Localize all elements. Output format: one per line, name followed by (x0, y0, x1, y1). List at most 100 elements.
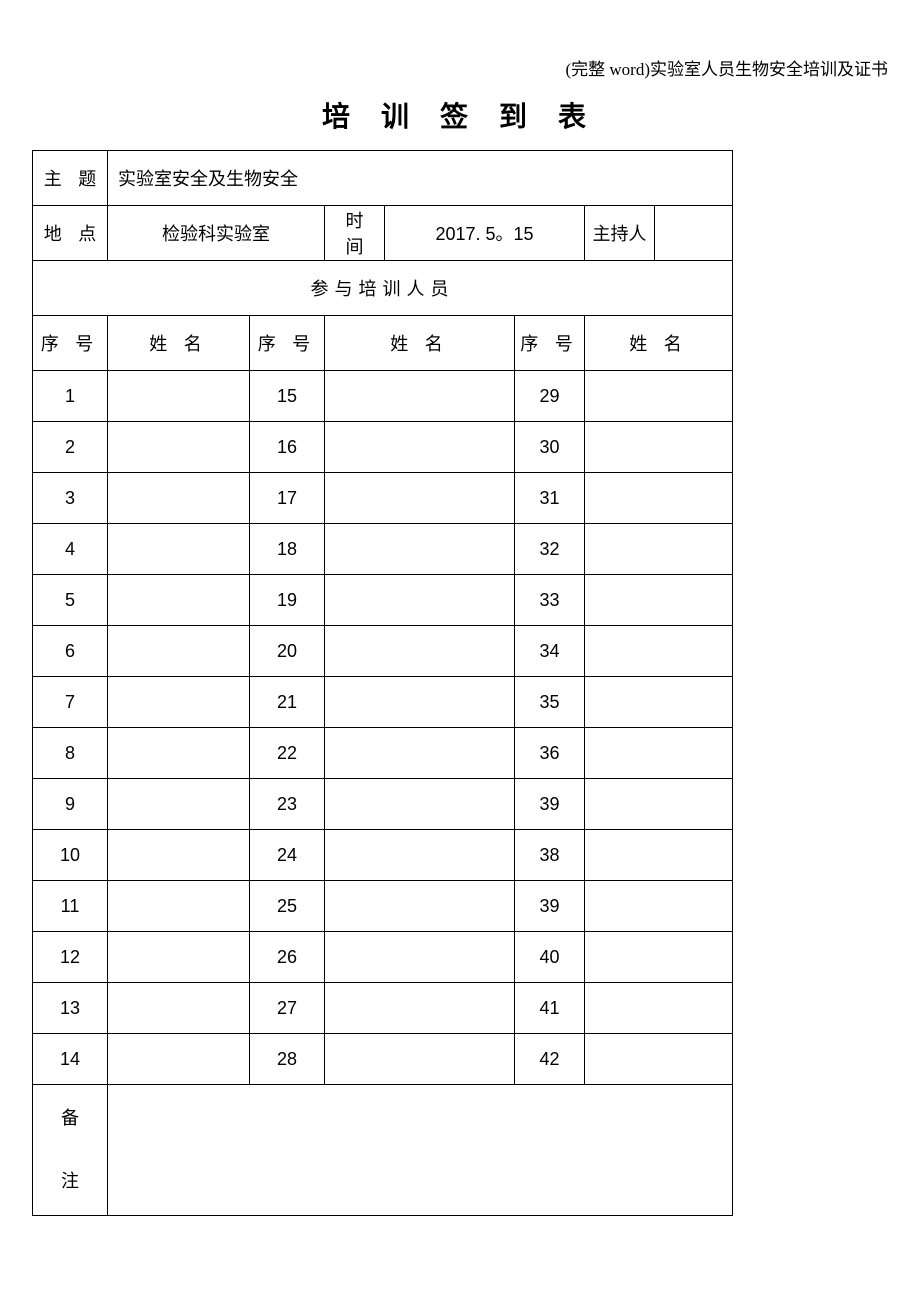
name-cell (325, 983, 515, 1034)
name-cell (585, 473, 733, 524)
col-name-2: 姓 名 (325, 316, 515, 371)
seq-cell: 14 (33, 1034, 108, 1085)
table-row: 122640 (33, 932, 733, 983)
name-cell (325, 677, 515, 728)
seq-cell: 35 (515, 677, 585, 728)
seq-cell: 38 (515, 830, 585, 881)
host-label: 主持人 (585, 206, 655, 261)
topic-label: 主 题 (33, 151, 108, 206)
table-row: 4 18 32 (33, 524, 733, 575)
seq-cell: 9 (33, 779, 108, 830)
remark-char-2: 注 (61, 1171, 79, 1191)
name-cell (325, 779, 515, 830)
seq-cell: 32 (515, 524, 585, 575)
seq-cell: 8 (33, 728, 108, 779)
table-row: 13 27 41 (33, 983, 733, 1034)
name-cell (325, 830, 515, 881)
name-cell (325, 728, 515, 779)
name-cell (325, 371, 515, 422)
name-cell (585, 881, 733, 932)
col-seq-2: 序 号 (250, 316, 325, 371)
seq-cell: 39 (515, 779, 585, 830)
seq-cell: 41 (515, 983, 585, 1034)
table-row: 72135 (33, 677, 733, 728)
col-name-3: 姓 名 (585, 316, 733, 371)
name-cell (585, 932, 733, 983)
seq-cell: 7 (33, 677, 108, 728)
name-cell (108, 779, 250, 830)
seq-cell: 30 (515, 422, 585, 473)
name-cell (108, 422, 250, 473)
seq-cell: 18 (250, 524, 325, 575)
name-cell (325, 422, 515, 473)
name-cell (108, 932, 250, 983)
name-cell (325, 473, 515, 524)
seq-cell: 12 (33, 932, 108, 983)
col-seq-3: 序 号 (515, 316, 585, 371)
name-cell (108, 677, 250, 728)
participants-header: 参与培训人员 (33, 261, 733, 316)
table-row: 14 28 42 (33, 1034, 733, 1085)
host-value (655, 206, 733, 261)
remark-value (108, 1085, 733, 1216)
seq-cell: 25 (250, 881, 325, 932)
seq-cell: 3 (33, 473, 108, 524)
name-cell (108, 1034, 250, 1085)
name-cell (585, 779, 733, 830)
seq-cell: 36 (515, 728, 585, 779)
col-seq-1: 序 号 (33, 316, 108, 371)
name-cell (585, 524, 733, 575)
seq-cell: 11 (33, 881, 108, 932)
time-label: 时 间 (325, 206, 385, 261)
seq-cell: 22 (250, 728, 325, 779)
name-cell (585, 728, 733, 779)
time-value: 2017. 5。15 (385, 206, 585, 261)
seq-cell: 31 (515, 473, 585, 524)
name-cell (108, 881, 250, 932)
name-cell (108, 575, 250, 626)
name-cell (585, 422, 733, 473)
name-cell (108, 473, 250, 524)
seq-cell: 28 (250, 1034, 325, 1085)
name-cell (108, 983, 250, 1034)
seq-cell: 1 (33, 371, 108, 422)
name-cell (325, 626, 515, 677)
seq-cell: 4 (33, 524, 108, 575)
name-cell (585, 626, 733, 677)
location-value: 检验科实验室 (108, 206, 325, 261)
name-cell (325, 524, 515, 575)
table-row: 51933 (33, 575, 733, 626)
name-cell (108, 371, 250, 422)
seq-cell: 40 (515, 932, 585, 983)
name-cell (108, 524, 250, 575)
seq-cell: 42 (515, 1034, 585, 1085)
name-cell (585, 677, 733, 728)
seq-cell: 15 (250, 371, 325, 422)
seq-cell: 19 (250, 575, 325, 626)
name-cell (108, 728, 250, 779)
topic-value: 实验室安全及生物安全 (108, 151, 733, 206)
table-row: 8 22 36 (33, 728, 733, 779)
seq-cell: 17 (250, 473, 325, 524)
seq-cell: 27 (250, 983, 325, 1034)
name-cell (585, 575, 733, 626)
table-row: 92339 (33, 779, 733, 830)
name-cell (108, 626, 250, 677)
table-row: 62034 (33, 626, 733, 677)
signin-table: 主 题 实验室安全及生物安全 地 点 检验科实验室 时 间 2017. 5。15… (32, 150, 733, 1216)
name-cell (325, 932, 515, 983)
seq-cell: 2 (33, 422, 108, 473)
table-row: 11529 (33, 371, 733, 422)
name-cell (108, 830, 250, 881)
seq-cell: 34 (515, 626, 585, 677)
table-row: 3 17 31 (33, 473, 733, 524)
seq-cell: 13 (33, 983, 108, 1034)
seq-cell: 10 (33, 830, 108, 881)
name-cell (585, 371, 733, 422)
remark-label: 备注 (33, 1085, 108, 1216)
seq-cell: 20 (250, 626, 325, 677)
page-title: 培 训 签 到 表 (20, 95, 900, 135)
location-label: 地 点 (33, 206, 108, 261)
name-cell (585, 830, 733, 881)
table-row: 102438 (33, 830, 733, 881)
